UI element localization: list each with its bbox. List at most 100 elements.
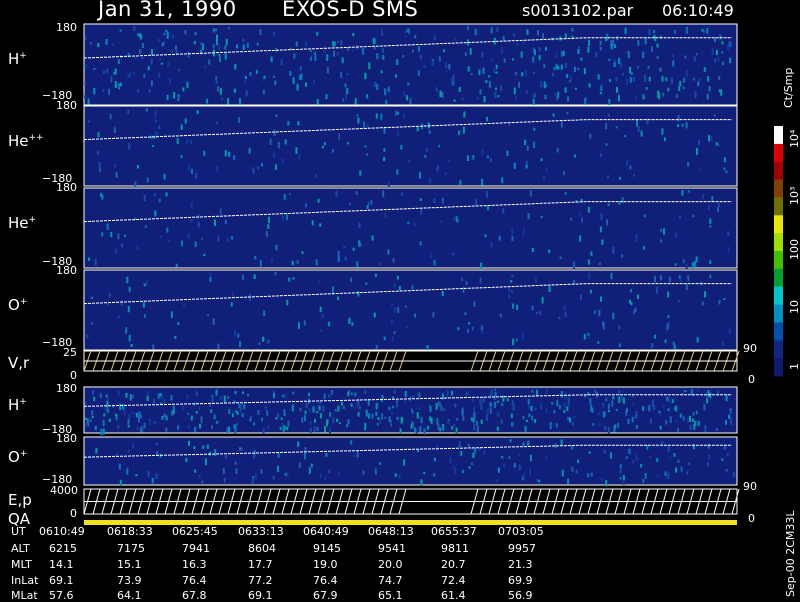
count-cell [424, 155, 427, 158]
count-cell [240, 447, 243, 451]
count-cell [316, 411, 319, 414]
colorbar-swatch [774, 268, 783, 288]
count-cell [605, 38, 607, 42]
count-cell [344, 256, 347, 261]
count-cell [564, 192, 567, 195]
count-cell [292, 77, 295, 84]
count-cell [404, 399, 407, 405]
count-cell [572, 279, 575, 284]
tick-v-r-min: 0 [70, 369, 77, 382]
count-cell [649, 418, 652, 425]
count-cell [134, 56, 137, 60]
count-cell [551, 402, 554, 405]
count-cell [178, 68, 180, 72]
count-cell [441, 290, 444, 296]
count-cell [393, 390, 396, 394]
count-cell [190, 202, 193, 209]
count-cell [273, 32, 275, 36]
count-cell [496, 400, 499, 403]
table-cell: 69.1 [49, 574, 74, 587]
count-cell [336, 52, 339, 56]
count-cell [548, 249, 551, 254]
count-cell [679, 413, 682, 418]
count-cell [267, 224, 270, 229]
count-cell [563, 410, 566, 413]
panel-label-h-plus: H+ [8, 50, 27, 68]
count-cell [531, 305, 534, 311]
count-cell [115, 248, 118, 254]
count-cell [313, 426, 316, 433]
count-cell [299, 407, 302, 412]
count-cell [498, 235, 501, 241]
count-cell [440, 220, 443, 223]
count-cell [267, 216, 270, 224]
count-cell [188, 440, 190, 446]
count-cell [578, 46, 580, 49]
table-cell: 64.1 [117, 589, 142, 602]
count-cell [619, 176, 621, 180]
count-cell [618, 325, 621, 330]
count-cell [725, 469, 728, 472]
count-cell [632, 403, 635, 406]
count-cell [87, 98, 90, 105]
count-cell [139, 49, 142, 55]
count-cell [486, 116, 488, 122]
count-cell [209, 276, 212, 282]
count-cell [642, 94, 645, 100]
count-cell [624, 135, 627, 138]
count-cell [441, 197, 444, 204]
count-cell [312, 80, 315, 85]
count-cell [279, 427, 282, 431]
count-cell [431, 60, 434, 66]
count-cell [636, 119, 638, 127]
count-cell [529, 468, 532, 476]
count-cell [200, 416, 203, 424]
count-cell [525, 419, 528, 422]
count-cell [412, 395, 415, 399]
count-cell [692, 418, 694, 422]
count-cell [494, 401, 497, 408]
count-cell [545, 408, 548, 413]
count-cell [502, 208, 505, 214]
count-cell [687, 190, 690, 193]
count-cell [589, 133, 592, 139]
count-cell [346, 88, 349, 95]
count-cell [673, 407, 676, 410]
count-cell [536, 479, 539, 482]
count-cell [403, 91, 406, 97]
count-cell [166, 227, 169, 233]
count-cell [305, 41, 308, 47]
table-cell: 9811 [441, 542, 469, 555]
count-cell [379, 418, 382, 424]
count-cell [212, 44, 215, 49]
count-cell [725, 170, 728, 173]
count-cell [132, 394, 135, 399]
count-cell [94, 258, 97, 266]
count-cell [540, 83, 543, 88]
count-cell [183, 303, 186, 306]
count-cell [478, 69, 481, 76]
count-cell [544, 94, 547, 100]
count-cell [688, 462, 691, 465]
count-cell [552, 113, 555, 117]
count-cell [174, 335, 177, 339]
count-cell [613, 59, 616, 63]
count-cell [476, 96, 479, 100]
count-cell [480, 325, 483, 331]
tick-o-plus-2-max: 180 [56, 432, 77, 445]
count-cell [581, 217, 583, 223]
table-cell: 61.4 [441, 589, 466, 602]
count-cell [115, 452, 118, 457]
count-cell [288, 192, 291, 196]
count-cell [508, 123, 511, 127]
count-cell [193, 41, 196, 45]
panel-label-e-p: E,p [8, 491, 32, 509]
count-cell [259, 29, 262, 36]
count-cell [414, 222, 416, 227]
count-cell [383, 336, 386, 341]
count-cell [280, 417, 283, 420]
count-cell [138, 417, 140, 423]
count-cell [443, 408, 446, 411]
count-cell [619, 469, 622, 474]
count-cell [657, 90, 660, 98]
